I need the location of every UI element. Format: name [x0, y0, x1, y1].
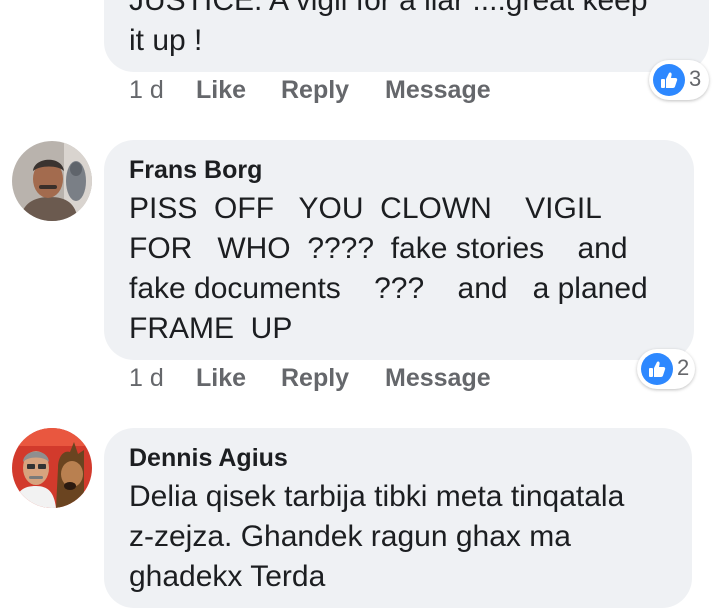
- message-button[interactable]: Message: [385, 364, 491, 393]
- comment-actions: 1 d Like Reply Message: [129, 76, 549, 112]
- comment-text-line: JUSTICE. A vigil for a liar ....great ke…: [129, 0, 648, 17]
- comment-author[interactable]: Frans Borg: [129, 156, 262, 185]
- comment-author[interactable]: Dennis Agius: [129, 444, 288, 473]
- comment-text-line: Delia qisek tarbija tibki meta tinqatala: [129, 480, 625, 513]
- avatar[interactable]: [12, 428, 92, 508]
- reply-button[interactable]: Reply: [281, 364, 349, 393]
- reaction-summary[interactable]: 2: [637, 349, 695, 389]
- comment-timestamp: 1 d: [129, 76, 164, 104]
- comment-text-line: FOR WHO ???? fake stories and: [129, 232, 628, 265]
- like-button[interactable]: Like: [196, 364, 246, 393]
- like-button[interactable]: Like: [196, 76, 246, 105]
- comment-actions: 1 d Like Reply Message: [129, 364, 549, 400]
- reaction-count: 2: [677, 355, 690, 380]
- like-icon: [653, 64, 685, 96]
- comment-timestamp: 1 d: [129, 364, 164, 392]
- message-button[interactable]: Message: [385, 76, 491, 105]
- reply-button[interactable]: Reply: [281, 76, 349, 105]
- comment-text-line: fake documents ??? and a planed: [129, 272, 648, 305]
- reaction-summary[interactable]: 3: [649, 60, 709, 100]
- comment-text-line: z-zejza. Ghandek ragun ghax ma: [129, 520, 571, 553]
- comment-text-line: ghadekx Terda: [129, 560, 326, 593]
- avatar[interactable]: [12, 141, 92, 221]
- comment-text-line: FRAME UP: [129, 312, 293, 345]
- like-icon: [641, 353, 673, 385]
- comment-text-line: PISS OFF YOU CLOWN VIGIL: [129, 192, 602, 225]
- reaction-count: 3: [689, 66, 702, 91]
- comment-text-line: it up !: [129, 24, 203, 57]
